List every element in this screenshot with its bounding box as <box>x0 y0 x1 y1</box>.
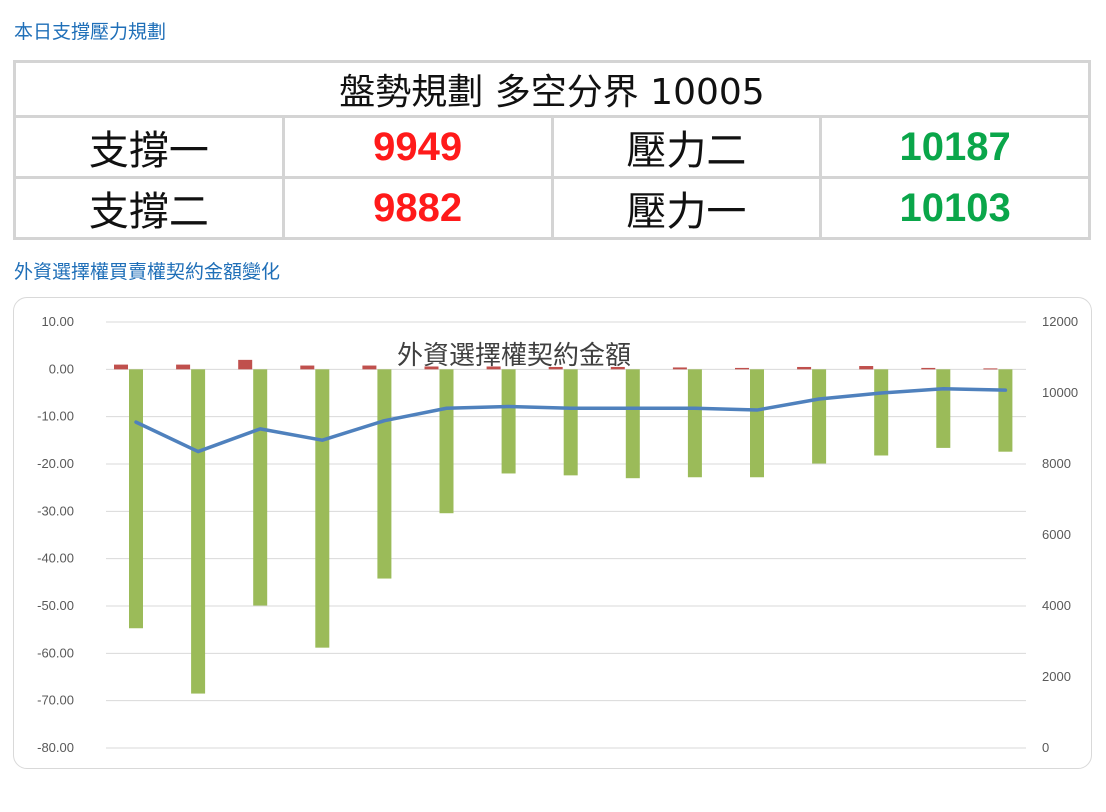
left-tick-label: -70.00 <box>37 693 74 708</box>
right-tick-label: 8000 <box>1042 456 1071 471</box>
right-tick-label: 6000 <box>1042 527 1071 542</box>
left-tick-label: -80.00 <box>37 740 74 755</box>
left-tick-label: 0.00 <box>49 361 74 376</box>
support-1-value: 9949 <box>281 115 554 179</box>
right-tick-label: 0 <box>1042 740 1049 755</box>
left-tick-label: -10.00 <box>37 409 74 424</box>
resistance-1-label: 壓力一 <box>550 176 823 240</box>
negative-bar <box>315 369 330 648</box>
right-tick-label: 12000 <box>1042 314 1078 329</box>
support-2-value: 9882 <box>281 176 554 240</box>
positive-bar <box>114 364 128 370</box>
negative-bar <box>501 369 516 474</box>
negative-bar <box>129 369 143 629</box>
left-tick-label: -20.00 <box>37 456 74 471</box>
positive-bar <box>797 366 812 370</box>
resistance-2-label: 壓力二 <box>550 115 823 179</box>
negative-bar <box>936 369 951 448</box>
left-tick-label: 10.00 <box>41 314 74 329</box>
negative-bar <box>563 369 578 476</box>
right-tick-label: 2000 <box>1042 669 1071 684</box>
left-tick-label: -30.00 <box>37 503 74 518</box>
resistance-2-value: 10187 <box>819 115 1091 179</box>
negative-bar <box>253 369 268 606</box>
positive-bar <box>735 367 749 370</box>
options-section-title: 外資選擇權買賣權契約金額變化 <box>14 261 281 283</box>
options-chart-svg: 10.00 0.00 -10.00 -20.00 -30.00 -40.00 -50.00 -… <box>37 314 1078 755</box>
positive-bar <box>921 367 936 370</box>
plan-row: 支撐一 9949 壓力二 10187 <box>13 115 1091 179</box>
negative-bar <box>874 369 889 456</box>
negative-bar <box>812 369 827 464</box>
left-tick-label: -50.00 <box>37 598 74 613</box>
plan-row: 支撐二 9882 壓力一 10103 <box>13 176 1091 240</box>
plan-header: 盤勢規劃 多空分界 10005 <box>13 60 1091 118</box>
plan-table: 盤勢規劃 多空分界 10005 支撐一 9949 壓力二 10187 支撐二 9… <box>13 60 1091 240</box>
chart-title: 外資選擇權契約金額 <box>397 341 631 371</box>
positive-bar <box>983 368 998 370</box>
right-tick-label: 4000 <box>1042 598 1071 613</box>
positive-bar <box>859 366 874 370</box>
options-chart: 10.00 0.00 -10.00 -20.00 -30.00 -40.00 -50.00 -… <box>13 297 1092 769</box>
support-resistance-title: 本日支撐壓力規劃 <box>14 21 167 43</box>
left-tick-label: -60.00 <box>37 645 74 660</box>
negative-bar <box>687 369 702 478</box>
support-2-label: 支撐二 <box>13 176 285 240</box>
left-tick-label: -40.00 <box>37 551 74 566</box>
support-1-label: 支撐一 <box>13 115 285 179</box>
negative-bar <box>998 369 1013 452</box>
negative-bar <box>625 369 640 479</box>
right-tick-label: 10000 <box>1042 385 1078 400</box>
negative-bar <box>191 369 206 694</box>
positive-bar <box>300 365 315 370</box>
positive-bar <box>238 359 253 370</box>
negative-bar <box>439 369 454 514</box>
positive-bar <box>672 367 687 370</box>
positive-bar <box>176 364 191 370</box>
negative-bar <box>377 369 392 579</box>
resistance-1-value: 10103 <box>819 176 1091 240</box>
positive-bar <box>362 365 377 370</box>
negative-bar <box>750 369 764 478</box>
